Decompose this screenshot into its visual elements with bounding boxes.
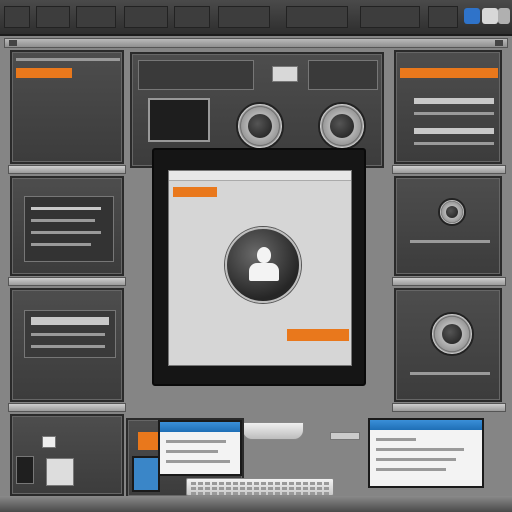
monitor-stand [242,422,304,440]
network-icon[interactable] [482,8,498,24]
rail-handle-left[interactable] [9,40,17,46]
list-row[interactable] [414,98,494,104]
list-row[interactable] [31,219,95,222]
key-row[interactable] [191,492,331,495]
dial-icon[interactable] [318,102,366,150]
vent-grille [16,456,34,484]
separator-line [410,372,490,375]
list-row[interactable] [31,243,91,246]
orange-action-button[interactable] [287,329,349,341]
photo-thumbnail[interactable] [46,458,74,486]
shelf-right-2 [392,277,506,286]
taskbar-item-3[interactable] [124,6,168,28]
top-taskbar [0,0,512,36]
center-monitor [152,148,366,386]
app-window-small[interactable] [132,456,160,492]
drive-slot[interactable] [31,333,105,336]
window-titlebar [169,171,351,181]
dial-icon[interactable] [438,198,466,226]
text-line [376,458,456,461]
user-icon [257,247,271,263]
text-line [376,438,416,441]
orange-header-bar [400,68,498,78]
shelf-right-1 [392,165,506,174]
dial-icon[interactable] [236,102,284,150]
user-icon-body [249,263,279,281]
app-window-left[interactable] [158,420,242,476]
orange-header-bar [16,68,72,78]
display-window [272,66,298,82]
keyboard[interactable] [186,478,334,496]
dial-center [442,324,462,344]
shelf-left-1 [8,165,126,174]
taskbar-item-6[interactable] [286,6,348,28]
user-avatar-button[interactable] [225,227,301,303]
taskbar-item-1[interactable] [36,6,70,28]
dial-center [446,206,458,218]
small-button[interactable] [330,432,360,440]
taskbar-item-5[interactable] [218,6,270,28]
taskbar-item-4[interactable] [174,6,210,28]
window-titlebar [370,420,482,430]
text-line [376,448,464,451]
panel-middle-right [394,176,502,276]
shelf-left-2 [8,277,126,286]
panel-bottom-left [10,414,124,496]
drive-slot[interactable] [31,345,105,348]
panel-lower-right [394,288,502,402]
list-row[interactable] [31,207,101,210]
app-window-right[interactable] [368,418,484,488]
text-line [376,468,446,471]
shelf-right-3 [392,403,506,412]
dial-icon[interactable] [430,312,474,356]
rail-handle-right[interactable] [495,40,503,46]
top-rail [4,38,508,48]
text-line [166,450,218,453]
drive-slot[interactable] [31,317,109,325]
dial-center [248,114,272,138]
window-titlebar [160,422,240,432]
desk-base [0,496,512,512]
text-line [166,460,230,463]
shelf-left-3 [8,403,126,412]
text-line [166,440,226,443]
orange-tab[interactable] [173,187,217,197]
list-row[interactable] [31,231,101,234]
panel-top-right [394,50,502,164]
panel-middle-left [10,176,124,276]
dial-center [330,114,354,138]
panel-top-left [10,50,124,164]
taskbar-item-8[interactable] [428,6,458,28]
panel-lower-left [10,288,124,402]
mini-monitor[interactable] [148,98,210,142]
system-tray-icon[interactable] [464,8,480,24]
port-icon [42,436,56,448]
start-button[interactable] [4,6,30,28]
list-row[interactable] [414,112,494,115]
taskbar-item-7[interactable] [360,6,420,28]
drive-bay[interactable] [24,310,116,358]
key-row[interactable] [191,482,331,485]
list-row[interactable] [414,142,494,145]
clock-icon[interactable] [498,8,510,24]
separator-line [410,240,490,243]
file-list[interactable] [24,196,114,262]
key-row[interactable] [191,487,331,490]
list-row[interactable] [414,128,494,134]
separator-line [16,58,120,61]
monitor-screen [168,170,352,366]
control-strip-right [308,60,378,90]
control-strip-left [138,60,254,90]
desktop-scene [0,0,512,512]
taskbar-item-2[interactable] [76,6,116,28]
